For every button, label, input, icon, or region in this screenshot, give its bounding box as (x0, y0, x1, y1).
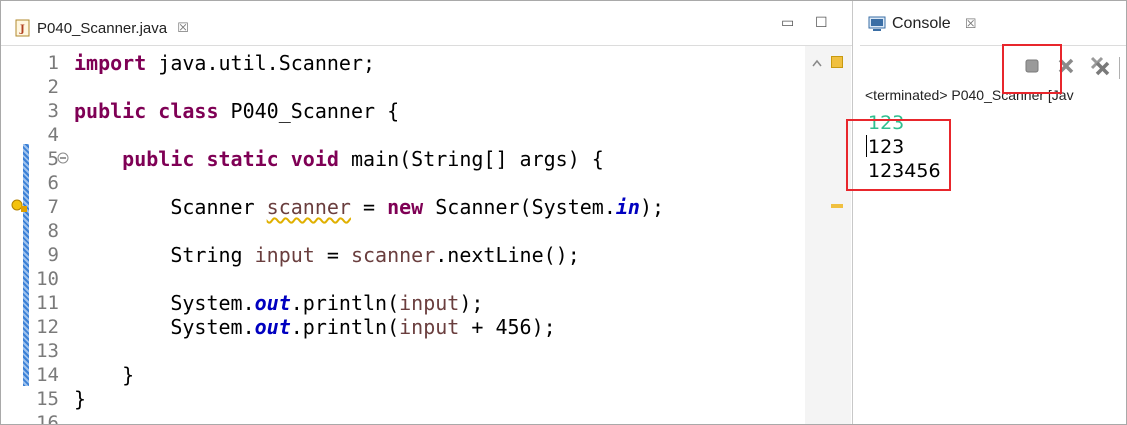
code-line: public static void main(String[] args) { (122, 147, 604, 171)
warning-icon (11, 199, 27, 212)
console-tab-title: Console (892, 15, 951, 32)
line-number: 5 (47, 148, 59, 170)
console-tabbar: Console ☒ (860, 1, 1126, 46)
console-tab[interactable]: Console ☒ (868, 15, 976, 33)
editor-pane: J P040_Scanner.java ☒ ▭ ☐ 1 2 3 4 5 6 7 … (1, 1, 853, 424)
highlight-output (846, 119, 951, 191)
java-file-icon: J (15, 19, 31, 37)
line-number: 10 (36, 268, 59, 290)
line-number: 13 (36, 340, 59, 362)
line-number: 1 (47, 52, 59, 74)
toolbar-separator (1119, 57, 1120, 79)
code-editor[interactable]: 1 2 3 4 5 6 7 8 9 10 11 12 13 14 15 16 i… (1, 46, 852, 424)
close-icon[interactable]: ☒ (965, 17, 977, 32)
line-number: 7 (47, 196, 59, 218)
collapse-icon[interactable] (57, 152, 69, 164)
line-number: 2 (47, 76, 59, 98)
line-number: 11 (36, 292, 59, 314)
eclipse-window: J P040_Scanner.java ☒ ▭ ☐ 1 2 3 4 5 6 7 … (0, 0, 1127, 425)
remove-all-button[interactable] (1089, 55, 1111, 77)
code-line: } (74, 387, 87, 411)
line-number: 16 (36, 412, 59, 424)
svg-text:J: J (19, 24, 25, 35)
code-line: Scanner scanner = new Scanner(System.in)… (74, 195, 665, 219)
line-number: 8 (47, 220, 59, 242)
console-toolbar (860, 47, 1126, 85)
line-number: 14 (36, 364, 59, 386)
warning-summary-icon[interactable] (831, 56, 843, 68)
code-line: System.out.println(input); (74, 291, 484, 315)
overview-ruler[interactable] (805, 46, 851, 424)
warning-marker[interactable] (831, 204, 843, 208)
console-pane: Console ☒ <terminated> P040_Scanner [Jav… (860, 1, 1126, 424)
editor-tab-title: P040_Scanner.java (37, 19, 168, 37)
chevron-up-icon[interactable] (811, 58, 823, 68)
remove-all-icon (1090, 56, 1110, 76)
code-line: } (74, 363, 135, 387)
close-icon[interactable]: ☒ (177, 21, 189, 36)
code-line: public class P040_Scanner { (74, 99, 400, 123)
line-number: 9 (47, 244, 59, 266)
line-number: 6 (47, 172, 59, 194)
line-number: 4 (47, 124, 59, 146)
line-number: 3 (47, 100, 59, 122)
console-icon (868, 16, 886, 31)
highlight-terminate (1002, 44, 1062, 94)
line-number: 12 (36, 316, 59, 338)
maximize-icon[interactable]: ☐ (815, 15, 828, 31)
editor-tab[interactable]: J P040_Scanner.java ☒ (9, 11, 197, 45)
editor-tabbar: J P040_Scanner.java ☒ ▭ ☐ (1, 1, 852, 46)
code-line: System.out.println(input + 456); (74, 315, 556, 339)
minimize-icon[interactable]: ▭ (781, 15, 794, 31)
annotation-ruler (9, 46, 31, 424)
line-number: 15 (36, 388, 59, 410)
code-line: import java.util.Scanner; (74, 51, 376, 75)
code-line: String input = scanner.nextLine(); (74, 243, 580, 267)
